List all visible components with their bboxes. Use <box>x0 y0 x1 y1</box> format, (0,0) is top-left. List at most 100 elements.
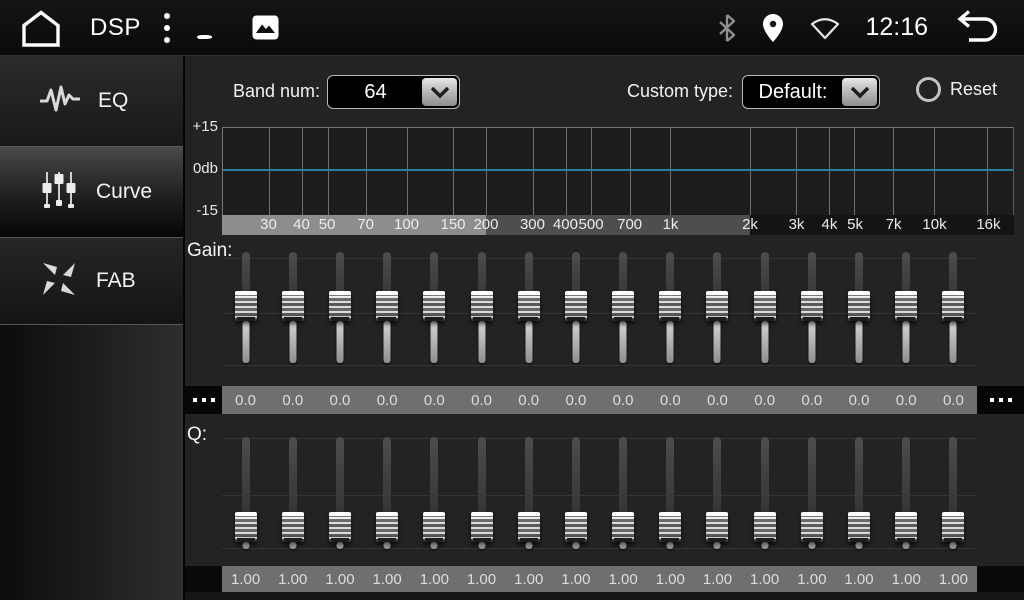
slider-thumb[interactable] <box>659 512 681 542</box>
reset-button[interactable]: Reset <box>916 77 997 102</box>
grid-vline <box>630 128 631 215</box>
q-slider-12[interactable] <box>741 437 788 562</box>
slider-thumb[interactable] <box>329 512 351 542</box>
gain-slider-11[interactable] <box>694 250 741 385</box>
slider-thumb[interactable] <box>471 512 493 542</box>
slider-track <box>667 542 674 549</box>
gain-slider-1[interactable] <box>222 250 269 385</box>
slider-thumb[interactable] <box>942 512 964 542</box>
gain-slider-16[interactable] <box>930 250 977 385</box>
slider-thumb[interactable] <box>801 512 823 542</box>
gain-more-left-button[interactable] <box>185 386 222 414</box>
q-slider-15[interactable] <box>883 437 930 562</box>
slider-thumb[interactable] <box>754 512 776 542</box>
chevron-down-icon[interactable] <box>842 78 877 106</box>
slider-thumb[interactable] <box>518 291 540 321</box>
q-value-10: 1.00 <box>647 566 694 592</box>
custom-type-dropdown[interactable]: Default: <box>742 75 880 109</box>
gain-slider-14[interactable] <box>835 250 882 385</box>
reset-label: Reset <box>950 79 997 100</box>
gain-slider-6[interactable] <box>458 250 505 385</box>
slider-thumb[interactable] <box>612 512 634 542</box>
slider-track <box>808 321 815 363</box>
slider-thumb[interactable] <box>235 291 257 321</box>
q-slider-16[interactable] <box>930 437 977 562</box>
x-tick-label: 70 <box>357 216 374 233</box>
q-value-5: 1.00 <box>411 566 458 592</box>
x-tick-label: 500 <box>579 216 604 233</box>
home-icon[interactable] <box>18 8 64 48</box>
slider-thumb[interactable] <box>518 512 540 542</box>
slider-thumb[interactable] <box>376 291 398 321</box>
slider-thumb[interactable] <box>376 512 398 542</box>
sidebar-item-eq[interactable]: EQ <box>0 56 183 146</box>
gain-slider-9[interactable] <box>600 250 647 385</box>
q-slider-11[interactable] <box>694 437 741 562</box>
slider-thumb[interactable] <box>282 291 304 321</box>
gain-slider-12[interactable] <box>741 250 788 385</box>
slider-thumb[interactable] <box>848 512 870 542</box>
q-slider-3[interactable] <box>316 437 363 562</box>
q-slider-9[interactable] <box>600 437 647 562</box>
q-slider-13[interactable] <box>788 437 835 562</box>
apps-icon[interactable] <box>197 11 230 44</box>
slider-thumb[interactable] <box>612 291 634 321</box>
slider-thumb[interactable] <box>706 291 728 321</box>
q-slider-8[interactable] <box>552 437 599 562</box>
slider-thumb[interactable] <box>942 291 964 321</box>
gain-slider-13[interactable] <box>788 250 835 385</box>
q-value-14: 1.00 <box>835 566 882 592</box>
slider-thumb[interactable] <box>423 512 445 542</box>
reset-radio-icon[interactable] <box>916 77 941 102</box>
gain-slider-5[interactable] <box>411 250 458 385</box>
q-value-11: 1.00 <box>694 566 741 592</box>
q-slider-4[interactable] <box>364 437 411 562</box>
slider-thumb[interactable] <box>659 291 681 321</box>
slider-thumb[interactable] <box>895 291 917 321</box>
slider-thumb[interactable] <box>895 512 917 542</box>
gain-slider-4[interactable] <box>364 250 411 385</box>
eq-curve-plot[interactable] <box>222 127 1014 215</box>
slider-thumb[interactable] <box>706 512 728 542</box>
sidebar-item-fab[interactable]: FAB <box>0 238 183 324</box>
sidebar-item-label: FAB <box>96 269 136 293</box>
grid-vline <box>366 128 367 215</box>
q-row-spacer <box>185 566 222 592</box>
q-slider-2[interactable] <box>269 437 316 562</box>
sliders-icon <box>40 170 78 215</box>
top-bar: DSP 12:16 <box>0 0 1024 56</box>
slider-thumb[interactable] <box>282 512 304 542</box>
q-slider-7[interactable] <box>505 437 552 562</box>
slider-thumb[interactable] <box>235 512 257 542</box>
q-slider-1[interactable] <box>222 437 269 562</box>
gain-slider-3[interactable] <box>316 250 363 385</box>
slider-thumb[interactable] <box>754 291 776 321</box>
gain-slider-2[interactable] <box>269 250 316 385</box>
slider-thumb[interactable] <box>801 291 823 321</box>
grid-vline <box>829 128 830 215</box>
gain-slider-10[interactable] <box>647 250 694 385</box>
overflow-menu-icon[interactable] <box>163 12 171 44</box>
slider-thumb[interactable] <box>329 291 351 321</box>
gallery-icon[interactable] <box>252 15 279 40</box>
gain-slider-8[interactable] <box>552 250 599 385</box>
q-slider-6[interactable] <box>458 437 505 562</box>
gain-slider-15[interactable] <box>883 250 930 385</box>
back-icon[interactable] <box>952 9 1006 47</box>
slider-thumb[interactable] <box>848 291 870 321</box>
slider-thumb[interactable] <box>565 512 587 542</box>
x-tick-label: 150 <box>441 216 466 233</box>
band-num-dropdown[interactable]: 64 <box>327 75 460 109</box>
gain-slider-7[interactable] <box>505 250 552 385</box>
q-slider-10[interactable] <box>647 437 694 562</box>
slider-track <box>619 437 627 517</box>
x-tick-label: 4k <box>822 216 838 233</box>
sidebar-item-curve[interactable]: Curve <box>0 147 183 237</box>
q-slider-5[interactable] <box>411 437 458 562</box>
slider-thumb[interactable] <box>471 291 493 321</box>
gain-more-right-button[interactable] <box>977 386 1024 414</box>
chevron-down-icon[interactable] <box>422 78 457 106</box>
slider-thumb[interactable] <box>565 291 587 321</box>
q-slider-14[interactable] <box>835 437 882 562</box>
slider-thumb[interactable] <box>423 291 445 321</box>
